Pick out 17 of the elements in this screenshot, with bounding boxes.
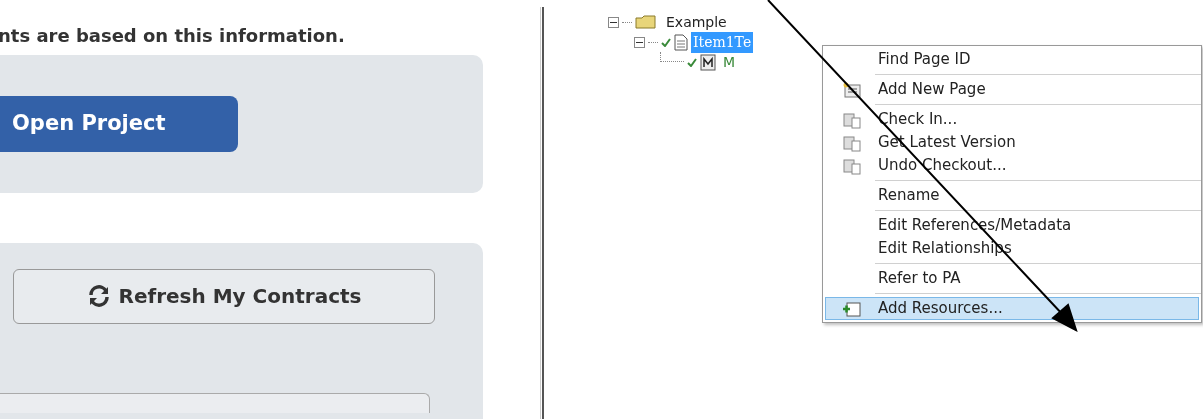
tree-item[interactable]: Example [660, 11, 733, 33]
menu-item[interactable]: Rename [825, 184, 1199, 207]
notice-text: nts are based on this information. [0, 26, 346, 46]
menu-item[interactable]: Check In... [825, 108, 1199, 131]
menu-item[interactable]: Undo Checkout... [825, 154, 1199, 177]
refresh-icon [86, 285, 111, 308]
menu-item[interactable]: Find Page ID [825, 48, 1199, 71]
collapse-toggle[interactable] [608, 16, 619, 28]
open-project-button[interactable]: Open Project [0, 96, 238, 152]
folder-icon [635, 15, 657, 29]
menu-item[interactable]: Add Resources... [825, 297, 1199, 320]
tree-item[interactable]: M [719, 51, 740, 73]
refresh-contracts-button[interactable]: Refresh My Contracts [13, 268, 435, 324]
collapse-toggle[interactable] [634, 36, 645, 48]
document-icon [674, 33, 688, 51]
module-icon [700, 53, 716, 71]
menu-item[interactable]: Refer to PA [825, 267, 1199, 290]
